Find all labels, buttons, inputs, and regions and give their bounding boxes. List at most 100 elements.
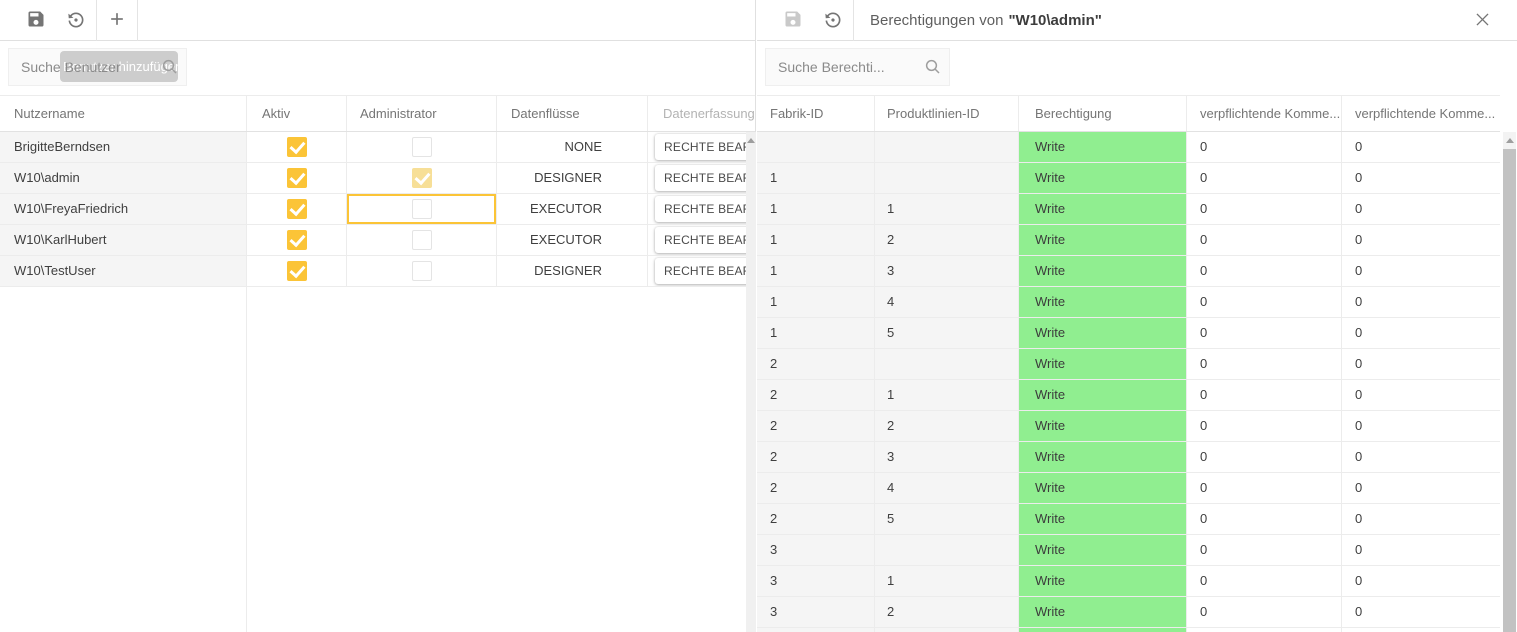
- berechtigung-cell[interactable]: Write: [1019, 473, 1187, 503]
- berechtigung-cell[interactable]: Write: [1019, 442, 1187, 472]
- administrator-checkbox[interactable]: [412, 261, 432, 281]
- komm2-cell[interactable]: 0: [1342, 318, 1500, 348]
- aktiv-cell[interactable]: [247, 256, 347, 286]
- permission-search-input[interactable]: [766, 49, 906, 85]
- komm2-cell[interactable]: 0: [1342, 442, 1500, 472]
- administrator-checkbox[interactable]: [412, 230, 432, 250]
- komm2-cell[interactable]: 0: [1342, 566, 1500, 596]
- komm1-cell[interactable]: 0: [1187, 380, 1342, 410]
- berechtigung-cell[interactable]: Write: [1019, 380, 1187, 410]
- berechtigung-cell[interactable]: Write: [1019, 597, 1187, 627]
- berechtigung-cell[interactable]: Write: [1019, 225, 1187, 255]
- komm2-cell[interactable]: 0: [1342, 225, 1500, 255]
- komm2-cell[interactable]: 0: [1342, 287, 1500, 317]
- komm1-cell[interactable]: 0: [1187, 132, 1342, 162]
- administrator-checkbox[interactable]: [412, 199, 432, 219]
- komm2-cell[interactable]: 0: [1342, 535, 1500, 565]
- administrator-cell[interactable]: [347, 225, 497, 255]
- rechte-bearbeiten-button[interactable]: RECHTE BEARBEITEN: [655, 196, 752, 222]
- column-header-berechtigung[interactable]: Berechtigung: [1019, 96, 1187, 131]
- komm1-cell[interactable]: 0: [1187, 504, 1342, 534]
- komm2-cell[interactable]: 0: [1342, 628, 1500, 632]
- aktiv-checkbox[interactable]: [287, 199, 307, 219]
- berechtigung-cell[interactable]: Write: [1019, 318, 1187, 348]
- users-scrollbar[interactable]: [746, 132, 756, 632]
- berechtigung-cell[interactable]: Write: [1019, 628, 1187, 632]
- komm1-cell[interactable]: 0: [1187, 535, 1342, 565]
- komm1-cell[interactable]: 0: [1187, 194, 1342, 224]
- save-button-disabled[interactable]: [773, 0, 813, 40]
- rechte-bearbeiten-button[interactable]: RECHTE BEARBEITEN: [655, 165, 752, 191]
- column-header-komm1[interactable]: verpflichtende Komme...: [1187, 96, 1342, 131]
- komm1-cell[interactable]: 0: [1187, 349, 1342, 379]
- rechte-bearbeiten-button[interactable]: RECHTE BEARBEITEN: [655, 258, 752, 284]
- close-button[interactable]: [1471, 10, 1493, 32]
- komm2-cell[interactable]: 0: [1342, 194, 1500, 224]
- permissions-scrollbar[interactable]: [1503, 132, 1516, 632]
- administrator-cell[interactable]: [347, 256, 497, 286]
- datenfluesse-cell[interactable]: DESIGNER: [497, 163, 648, 193]
- history-button[interactable]: [813, 0, 853, 40]
- history-button[interactable]: [56, 0, 96, 40]
- scroll-up-icon[interactable]: [747, 138, 755, 143]
- berechtigung-cell[interactable]: Write: [1019, 163, 1187, 193]
- column-header-komm2[interactable]: verpflichtende Komme...: [1342, 96, 1500, 131]
- scrollbar-thumb[interactable]: [1503, 149, 1516, 632]
- column-header-nutzername[interactable]: Nutzername: [0, 96, 247, 131]
- berechtigung-cell[interactable]: Write: [1019, 349, 1187, 379]
- aktiv-cell[interactable]: [247, 163, 347, 193]
- berechtigung-cell[interactable]: Write: [1019, 256, 1187, 286]
- column-header-fabrik-id[interactable]: Fabrik-ID: [757, 96, 875, 131]
- aktiv-checkbox[interactable]: [287, 230, 307, 250]
- komm1-cell[interactable]: 0: [1187, 256, 1342, 286]
- administrator-cell[interactable]: [347, 194, 497, 224]
- aktiv-cell[interactable]: [247, 194, 347, 224]
- datenfluesse-cell[interactable]: EXECUTOR: [497, 194, 648, 224]
- komm2-cell[interactable]: 0: [1342, 163, 1500, 193]
- komm2-cell[interactable]: 0: [1342, 411, 1500, 441]
- komm2-cell[interactable]: 0: [1342, 473, 1500, 503]
- berechtigung-cell[interactable]: Write: [1019, 535, 1187, 565]
- komm1-cell[interactable]: 0: [1187, 442, 1342, 472]
- berechtigung-cell[interactable]: Write: [1019, 132, 1187, 162]
- administrator-checkbox[interactable]: [412, 137, 432, 157]
- komm2-cell[interactable]: 0: [1342, 504, 1500, 534]
- komm1-cell[interactable]: 0: [1187, 287, 1342, 317]
- berechtigung-cell[interactable]: Write: [1019, 194, 1187, 224]
- rechte-bearbeiten-button[interactable]: RECHTE BEARBEITEN: [655, 134, 752, 160]
- aktiv-checkbox[interactable]: [287, 137, 307, 157]
- komm1-cell[interactable]: 0: [1187, 628, 1342, 632]
- add-user-button[interactable]: [97, 0, 137, 40]
- datenfluesse-cell[interactable]: NONE: [497, 132, 648, 162]
- column-header-produktlinien-id[interactable]: Produktlinien-ID: [875, 96, 1019, 131]
- komm2-cell[interactable]: 0: [1342, 349, 1500, 379]
- permission-search-box[interactable]: [765, 48, 950, 86]
- berechtigung-cell[interactable]: Write: [1019, 504, 1187, 534]
- aktiv-cell[interactable]: [247, 132, 347, 162]
- column-header-datenerfassung[interactable]: Datenerfassung: [648, 96, 755, 131]
- column-header-datenfluesse[interactable]: Datenflüsse: [497, 96, 648, 131]
- komm1-cell[interactable]: 0: [1187, 473, 1342, 503]
- rechte-bearbeiten-button[interactable]: RECHTE BEARBEITEN: [655, 227, 752, 253]
- administrator-cell[interactable]: [347, 132, 497, 162]
- komm2-cell[interactable]: 0: [1342, 380, 1500, 410]
- scroll-up-icon[interactable]: [1506, 138, 1514, 143]
- column-header-aktiv[interactable]: Aktiv: [247, 96, 347, 131]
- aktiv-cell[interactable]: [247, 225, 347, 255]
- column-header-administrator[interactable]: Administrator: [347, 96, 497, 131]
- komm1-cell[interactable]: 0: [1187, 318, 1342, 348]
- berechtigung-cell[interactable]: Write: [1019, 411, 1187, 441]
- save-button[interactable]: [16, 0, 56, 40]
- komm1-cell[interactable]: 0: [1187, 163, 1342, 193]
- komm2-cell[interactable]: 0: [1342, 597, 1500, 627]
- berechtigung-cell[interactable]: Write: [1019, 287, 1187, 317]
- komm1-cell[interactable]: 0: [1187, 597, 1342, 627]
- aktiv-checkbox[interactable]: [287, 261, 307, 281]
- komm1-cell[interactable]: 0: [1187, 411, 1342, 441]
- komm2-cell[interactable]: 0: [1342, 256, 1500, 286]
- berechtigung-cell[interactable]: Write: [1019, 566, 1187, 596]
- komm1-cell[interactable]: 0: [1187, 566, 1342, 596]
- aktiv-checkbox[interactable]: [287, 168, 307, 188]
- datenfluesse-cell[interactable]: EXECUTOR: [497, 225, 648, 255]
- administrator-checkbox[interactable]: [412, 168, 432, 188]
